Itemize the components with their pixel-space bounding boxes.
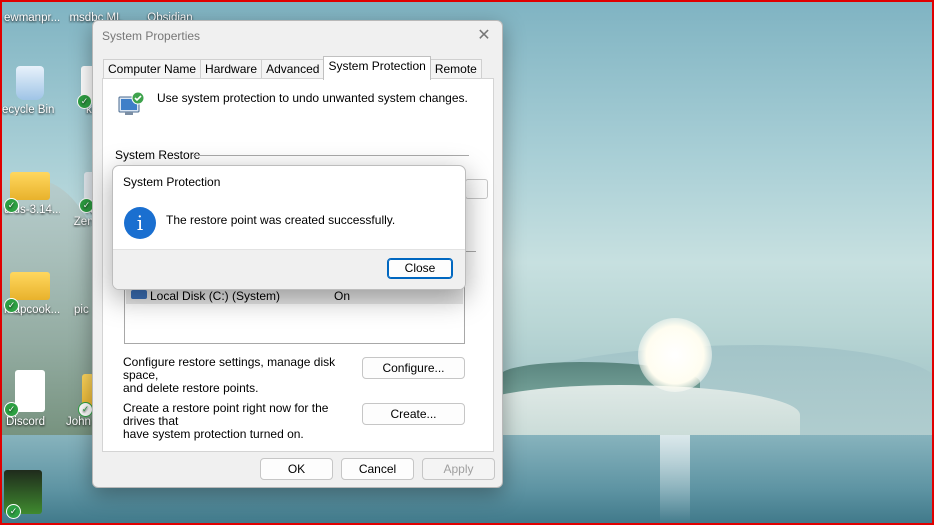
sync-check-icon: ✓ bbox=[4, 298, 19, 313]
dialog-title: System Protection bbox=[123, 175, 221, 189]
dialog-close-button[interactable]: Close bbox=[387, 258, 453, 279]
wallpaper-sun-reflection bbox=[660, 435, 690, 525]
desktop-icon-discord[interactable]: ✓ Discord bbox=[0, 370, 60, 428]
sync-check-icon: ✓ bbox=[6, 504, 21, 519]
wallpaper-sun bbox=[638, 318, 712, 392]
drive-icon bbox=[131, 290, 147, 299]
restore-point-message-dialog: System Protection i The restore point wa… bbox=[112, 165, 466, 290]
configure-description-line: and delete restore points. bbox=[123, 381, 259, 395]
desktop-icon-rufus[interactable]: ✓ ufus-3.14... bbox=[0, 172, 60, 216]
sync-check-icon: ✓ bbox=[77, 94, 92, 109]
desktop-icon-label: ecycle Bin bbox=[2, 104, 55, 116]
drive-name: Local Disk (C:) (System) bbox=[150, 289, 281, 303]
folder-icon bbox=[10, 172, 50, 200]
configure-description: Configure restore settings, manage disk … bbox=[123, 356, 363, 395]
create-button[interactable]: Create... bbox=[362, 403, 465, 425]
section-divider bbox=[465, 251, 476, 252]
ok-button[interactable]: OK bbox=[260, 458, 333, 480]
tab-system-protection[interactable]: System Protection bbox=[323, 56, 431, 80]
desktop-icon-newmanpr[interactable]: ewmanpr... bbox=[0, 0, 60, 24]
system-restore-button[interactable] bbox=[465, 179, 488, 199]
section-divider bbox=[193, 155, 469, 156]
configure-description-line: Configure restore settings, manage disk … bbox=[123, 355, 336, 382]
tab-computer-name[interactable]: Computer Name bbox=[103, 59, 202, 79]
drive-list[interactable]: Local Disk (C:) (System) On bbox=[124, 284, 465, 344]
create-description-line: Create a restore point right now for the… bbox=[123, 401, 329, 428]
drive-protection-status: On bbox=[334, 289, 351, 303]
tab-remote[interactable]: Remote bbox=[429, 59, 482, 79]
dialog-body: i The restore point was created successf… bbox=[113, 196, 465, 249]
recycle-bin-icon bbox=[16, 66, 44, 100]
cancel-button[interactable]: Cancel bbox=[341, 458, 414, 480]
desktop-icon-label: Discord bbox=[6, 416, 45, 428]
folder-icon bbox=[10, 272, 50, 300]
dialog-message: The restore point was created successful… bbox=[166, 213, 396, 227]
desktop-icon-label: ewmanpr... bbox=[4, 12, 60, 24]
window-title: System Properties bbox=[102, 29, 201, 43]
window-close-button[interactable]: ✕ bbox=[474, 25, 494, 45]
tab-advanced[interactable]: Advanced bbox=[261, 59, 325, 79]
sync-check-icon: ✓ bbox=[4, 198, 19, 213]
sync-check-icon: ✓ bbox=[4, 402, 19, 417]
create-description: Create a restore point right now for the… bbox=[123, 402, 363, 441]
configure-button[interactable]: Configure... bbox=[362, 357, 465, 379]
desktop-icon-recycle-bin[interactable]: ecycle Bin bbox=[0, 66, 60, 116]
system-protection-icon bbox=[118, 91, 145, 115]
file-icon bbox=[15, 370, 45, 412]
tab-hardware[interactable]: Hardware bbox=[200, 59, 263, 79]
intro-text: Use system protection to undo unwanted s… bbox=[157, 91, 468, 105]
section-system-restore-title: System Restore bbox=[115, 148, 201, 162]
create-description-line: have system protection turned on. bbox=[123, 427, 304, 441]
desktop-icon-mapcook[interactable]: ✓ mapcook... bbox=[0, 272, 60, 316]
sync-check-icon: ✓ bbox=[78, 402, 93, 417]
info-icon: i bbox=[124, 207, 156, 239]
dialog-footer: Close bbox=[113, 249, 465, 289]
apply-button[interactable]: Apply bbox=[422, 458, 495, 480]
tab-strip: Computer Name Hardware Advanced System P… bbox=[103, 56, 482, 80]
desktop-icon-kermit[interactable]: ✓ bbox=[4, 470, 64, 519]
